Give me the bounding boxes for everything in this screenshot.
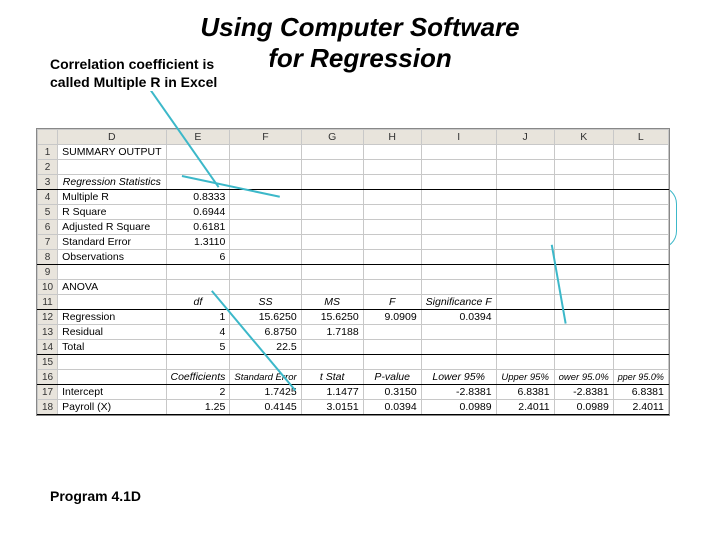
table-row: 13Residual46.87501.7188 bbox=[38, 325, 669, 340]
excel-screenshot: DEFGHIJKL 1SUMMARY OUTPUT 2 3Regression … bbox=[36, 128, 670, 416]
table-row: 5R Square0.6944 bbox=[38, 205, 669, 220]
table-row: 9 bbox=[38, 265, 669, 280]
table-row: 3Regression Statistics bbox=[38, 175, 669, 190]
table-row: 7Standard Error1.3110 bbox=[38, 235, 669, 250]
table-row: 4Multiple R0.8333 bbox=[38, 190, 669, 205]
regression-table: DEFGHIJKL 1SUMMARY OUTPUT 2 3Regression … bbox=[37, 129, 669, 415]
table-row: 18Payroll (X)1.250.41453.01510.03940.098… bbox=[38, 400, 669, 415]
table-row: 1SUMMARY OUTPUT bbox=[38, 145, 669, 160]
table-row: 11dfSSMSFSignificance F bbox=[38, 295, 669, 310]
table-row: 6Adjusted R Square0.6181 bbox=[38, 220, 669, 235]
table-row: 8Observations6 bbox=[38, 250, 669, 265]
table-row: 2 bbox=[38, 160, 669, 175]
table-row: 17Intercept21.74251.14770.3150-2.83816.8… bbox=[38, 385, 669, 400]
table-row: 15 bbox=[38, 355, 669, 370]
callout-correlation: Correlation coefficient iscalled Multipl… bbox=[50, 56, 270, 91]
column-headers: DEFGHIJKL bbox=[38, 130, 669, 145]
table-row: 12Regression115.625015.62509.09090.0394 bbox=[38, 310, 669, 325]
program-label: Program 4.1D bbox=[50, 488, 141, 504]
table-row: 16CoefficientsStandard Errort StatP-valu… bbox=[38, 370, 669, 385]
table-row: 14Total522.5 bbox=[38, 340, 669, 355]
table-row: 10ANOVA bbox=[38, 280, 669, 295]
